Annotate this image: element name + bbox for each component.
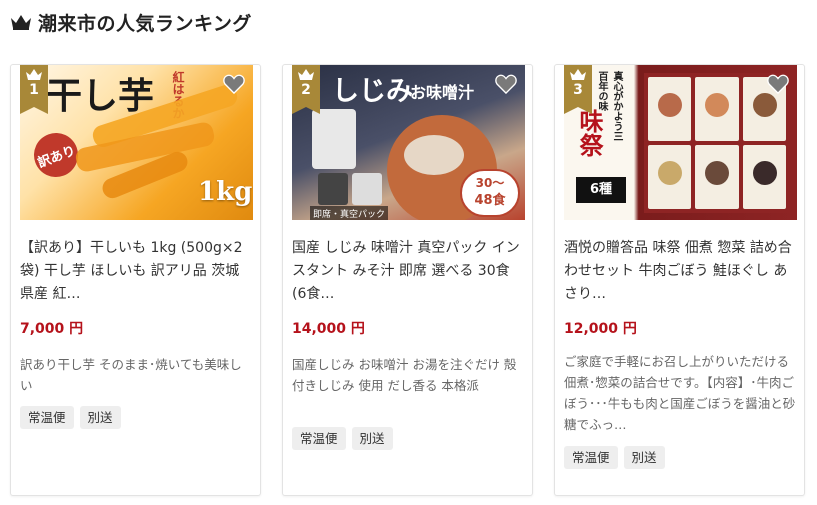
crown-icon xyxy=(298,69,314,80)
product-card[interactable]: 真心がかよう三百年の味 味祭 6種 3 酒悦の贈答品 味祭 佃煮 惣菜 詰め合わ… xyxy=(554,64,805,496)
image-pack-label: 即席・真空パック xyxy=(310,206,389,220)
tag-list: 常温便 別送 xyxy=(20,406,121,429)
product-image[interactable]: 干し芋 紅はるか 訳あり 1kg xyxy=(20,65,253,220)
image-text-main: しじみ xyxy=(332,76,413,107)
image-count: 6種 xyxy=(576,177,626,203)
product-price: 12,000 円 xyxy=(564,321,637,337)
product-image[interactable]: 真心がかよう三百年の味 味祭 6種 xyxy=(564,65,797,220)
favorite-button[interactable] xyxy=(222,73,246,95)
favorite-button[interactable] xyxy=(766,73,790,95)
rank-number: 2 xyxy=(301,82,311,98)
favorite-button[interactable] xyxy=(494,73,518,95)
heart-icon xyxy=(223,74,245,94)
product-title[interactable]: 酒悦の贈答品 味祭 佃煮 惣菜 詰め合わせセット 牛肉ごぼう 鮭ほぐし あさり… xyxy=(564,237,797,306)
rank-number: 1 xyxy=(29,82,39,98)
heart-icon xyxy=(767,74,789,94)
product-image[interactable]: しじみ お味噌汁 即席・真空パック 30〜 48食 xyxy=(292,65,525,220)
product-price: 14,000 円 xyxy=(292,321,365,337)
image-text-main: 干し芋 xyxy=(46,75,155,117)
product-description: 訳あり干し芋 そのまま･焼いても美味しい xyxy=(20,357,242,393)
rank-number: 3 xyxy=(573,82,583,98)
tag-separate: 別送 xyxy=(79,406,121,429)
tag-shipping: 常温便 xyxy=(20,406,74,429)
product-price: 7,000 円 xyxy=(20,321,84,337)
crown-icon xyxy=(26,69,42,80)
image-count-badge: 30〜 48食 xyxy=(460,169,520,217)
section-title: 潮来市の人気ランキング xyxy=(38,12,252,35)
tag-separate: 別送 xyxy=(623,446,665,469)
product-title[interactable]: 【訳あり】干しいも 1kg (500g×2袋) 干し芋 ほしいも 訳アリ品 茨城… xyxy=(20,237,253,306)
tag-shipping: 常温便 xyxy=(564,446,618,469)
image-text-main: 味祭 xyxy=(575,109,604,157)
tag-list: 常温便 別送 xyxy=(292,427,393,450)
crown-icon xyxy=(570,69,586,80)
product-card[interactable]: 干し芋 紅はるか 訳あり 1kg 1 【訳あり】干しいも 1kg (500g×2… xyxy=(10,64,261,496)
product-description: 国産しじみ お味噌汁 お湯を注ぐだけ 殻付きしじみ 使用 だし香る 本格派 xyxy=(292,357,517,393)
product-description: ご家庭で手軽にお召し上がりいただける佃煮･惣菜の詰合せです。【内容】･牛肉ごぼう… xyxy=(564,354,796,432)
image-weight: 1kg xyxy=(198,177,253,207)
tag-list: 常温便 別送 xyxy=(564,446,665,469)
rank-badge: 2 xyxy=(292,65,320,114)
rank-badge: 3 xyxy=(564,65,592,114)
crown-icon xyxy=(11,15,31,30)
rank-badge: 1 xyxy=(20,65,48,114)
product-title[interactable]: 国産 しじみ 味噌汁 真空パック インスタント みそ汁 即席 選べる 30食 (… xyxy=(292,237,525,306)
image-text-sub: お味噌汁 xyxy=(410,83,475,102)
product-card[interactable]: しじみ お味噌汁 即席・真空パック 30〜 48食 2 国産 しじみ 味噌汁 真… xyxy=(282,64,533,496)
tag-shipping: 常温便 xyxy=(292,427,346,450)
heart-icon xyxy=(495,74,517,94)
tag-separate: 別送 xyxy=(351,427,393,450)
section-header: 潮来市の人気ランキング xyxy=(10,8,252,36)
